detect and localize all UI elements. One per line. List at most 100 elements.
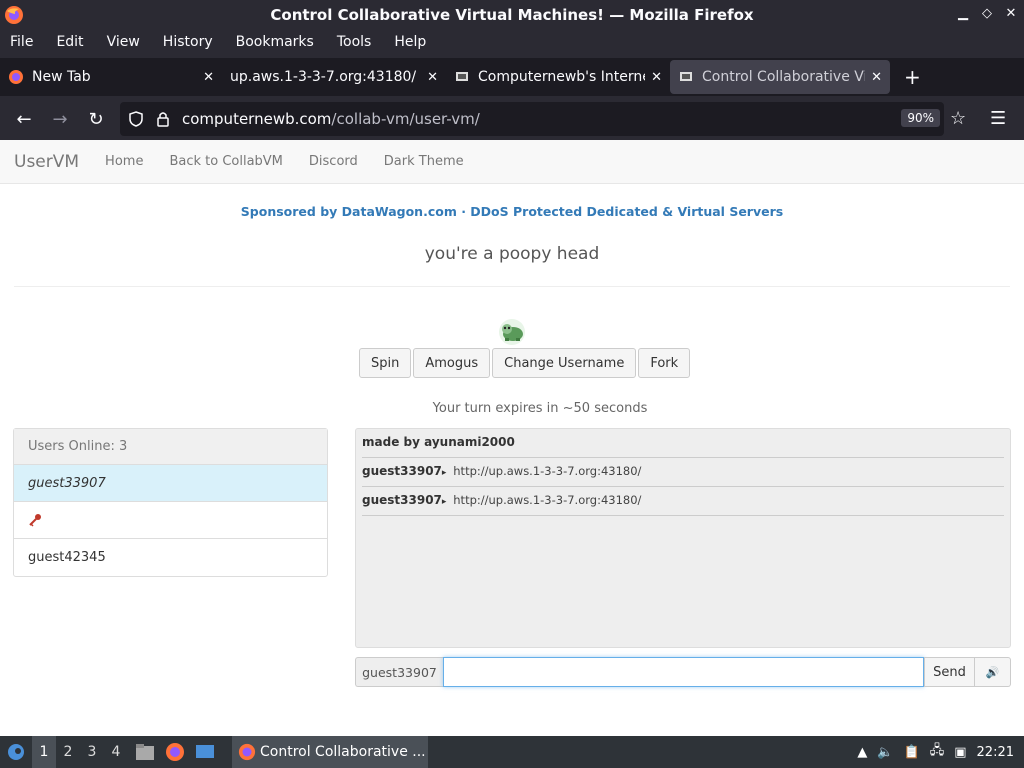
- menu-help[interactable]: Help: [394, 34, 426, 50]
- tab-label: up.aws.1-3-3-7.org:43180/: [230, 69, 417, 85]
- menu-edit[interactable]: Edit: [56, 34, 83, 50]
- send-button[interactable]: Send: [924, 657, 975, 687]
- chat-log[interactable]: made by ayunami2000 guest33907▸ http://u…: [355, 428, 1011, 648]
- chat-input-row: guest33907 Send 🔊: [355, 657, 1011, 687]
- display-icon[interactable]: ▣: [954, 745, 966, 760]
- workspace-2[interactable]: 2: [56, 744, 80, 760]
- taskbar-window-label: Control Collaborative ...: [260, 744, 426, 760]
- network-icon[interactable]: 🖧: [930, 741, 945, 763]
- tab-label: New Tab: [32, 69, 91, 85]
- nav-home-link[interactable]: Home: [105, 154, 143, 169]
- chat-arrow-icon: ▸: [441, 497, 447, 507]
- chat-message: made by ayunami2000: [362, 429, 1004, 458]
- bookmark-star-icon[interactable]: ☆: [950, 108, 966, 129]
- chat-username: guest33907: [362, 464, 442, 478]
- url-path: /collab-vm/user-vm/: [331, 110, 480, 128]
- workspace-1[interactable]: 1: [32, 736, 56, 768]
- site-brand[interactable]: UserVM: [14, 152, 79, 172]
- menu-bookmarks[interactable]: Bookmarks: [236, 34, 314, 50]
- divider: [14, 286, 1010, 287]
- username: guest33907: [28, 475, 106, 491]
- user-list-item[interactable]: guest42345: [14, 539, 327, 576]
- chat-text[interactable]: http://up.aws.1-3-3-7.org:43180/: [453, 464, 641, 478]
- reload-icon[interactable]: ↻: [78, 109, 114, 130]
- close-tab-icon[interactable]: ✕: [871, 70, 882, 85]
- forward-arrow-icon[interactable]: →: [42, 109, 78, 130]
- chat-username: made by ayunami2000: [362, 435, 515, 449]
- taskbar-window-firefox[interactable]: Control Collaborative ...: [232, 736, 428, 768]
- menu-tools[interactable]: Tools: [337, 34, 372, 50]
- chat-message: guest33907▸ http://up.aws.1-3-3-7.org:43…: [362, 487, 1004, 516]
- url-text: computernewb.com/collab-vm/user-vm/: [182, 110, 480, 128]
- zoom-level-badge[interactable]: 90%: [901, 109, 940, 127]
- menu-hamburger-icon[interactable]: ☰: [990, 108, 1006, 129]
- close-tab-icon[interactable]: ✕: [427, 70, 438, 85]
- start-menu-icon[interactable]: [0, 736, 32, 768]
- tab-label: Computernewb's Internet: [478, 69, 646, 85]
- firefox-icon: [5, 6, 23, 24]
- url-host: computernewb.com: [182, 110, 332, 128]
- users-online-header: Users Online: 3: [14, 429, 327, 465]
- chat-username-label: guest33907: [355, 657, 443, 687]
- back-arrow-icon[interactable]: ←: [6, 109, 42, 130]
- tray-up-icon[interactable]: ▲: [857, 745, 867, 760]
- tab-control-collaborative[interactable]: Control Collaborative Virt ✕: [670, 60, 890, 94]
- site-navbar: UserVM Home Back to CollabVM Discord Dar…: [0, 140, 1024, 184]
- menu-file[interactable]: File: [10, 34, 33, 50]
- users-online-panel: Users Online: 3 guest33907 guest42345: [13, 428, 328, 577]
- url-bar[interactable]: computernewb.com/collab-vm/user-vm/ 90%: [120, 102, 944, 136]
- fork-button[interactable]: Fork: [638, 348, 691, 378]
- menu-history[interactable]: History: [163, 34, 213, 50]
- user-list-item[interactable]: [14, 502, 327, 539]
- close-tab-icon[interactable]: ✕: [651, 70, 662, 85]
- clipboard-icon[interactable]: 📋: [904, 745, 920, 760]
- firefox-icon: [238, 743, 256, 761]
- tab-up-aws[interactable]: up.aws.1-3-3-7.org:43180/ ✕: [222, 60, 446, 94]
- clock[interactable]: 22:21: [977, 745, 1014, 760]
- firefox-icon: [9, 70, 23, 84]
- nav-back-to-collabvm-link[interactable]: Back to CollabVM: [169, 154, 282, 169]
- nav-discord-link[interactable]: Discord: [309, 154, 358, 169]
- firefox-icon[interactable]: [162, 739, 188, 765]
- action-buttons: Spin Amogus Change Username Fork: [359, 348, 691, 378]
- volume-icon[interactable]: 🔊: [975, 657, 1011, 687]
- spin-button[interactable]: Spin: [359, 348, 412, 378]
- restore-icon[interactable]: ◇: [980, 6, 994, 21]
- chat-username: guest33907: [362, 493, 442, 507]
- new-tab-plus-icon[interactable]: +: [904, 65, 921, 89]
- minimize-icon[interactable]: ▁: [956, 6, 970, 21]
- key-icon: [29, 514, 41, 527]
- turtle-icon: [499, 319, 525, 345]
- file-manager-icon[interactable]: [132, 739, 158, 765]
- workspace-4[interactable]: 4: [104, 744, 128, 760]
- menu-view[interactable]: View: [107, 34, 140, 50]
- chat-input[interactable]: [443, 657, 924, 687]
- navigation-toolbar: ← → ↻ computernewb.com/collab-vm/user-vm…: [0, 98, 1024, 140]
- sponsor-link[interactable]: Sponsored by DataWagon.com · DDoS Protec…: [0, 204, 1024, 219]
- tab-new-tab[interactable]: New Tab ✕: [0, 60, 222, 94]
- chat-arrow-icon: ▸: [441, 468, 447, 478]
- close-tab-icon[interactable]: ✕: [203, 70, 214, 85]
- turn-timer-text: Your turn expires in ~50 seconds: [432, 401, 648, 416]
- nav-dark-theme-link[interactable]: Dark Theme: [384, 154, 464, 169]
- window-titlebar: Control Collaborative Virtual Machines! …: [0, 0, 1024, 30]
- chat-text[interactable]: http://up.aws.1-3-3-7.org:43180/: [453, 493, 641, 507]
- amogus-button[interactable]: Amogus: [413, 348, 491, 378]
- tab-computernewb-internet[interactable]: Computernewb's Internet ✕: [446, 60, 670, 94]
- computernewb-icon: [680, 72, 692, 81]
- computernewb-icon: [456, 72, 468, 81]
- change-username-button[interactable]: Change Username: [492, 348, 637, 378]
- page-content: UserVM Home Back to CollabVM Discord Dar…: [0, 140, 1024, 736]
- workspace-3[interactable]: 3: [80, 744, 104, 760]
- window-title: Control Collaborative Virtual Machines! …: [270, 6, 754, 24]
- speaker-icon[interactable]: 🔈: [877, 745, 893, 760]
- shield-icon[interactable]: [128, 111, 144, 127]
- tab-label: Control Collaborative Virt: [702, 69, 866, 85]
- message-of-the-day: you're a poopy head: [424, 244, 600, 264]
- desktop-icon[interactable]: [192, 739, 218, 765]
- system-taskbar: 1 2 3 4 Control Collaborative ... ▲ 🔈 📋 …: [0, 736, 1024, 768]
- close-icon[interactable]: ✕: [1004, 6, 1018, 21]
- user-list-item[interactable]: guest33907: [14, 465, 327, 502]
- menu-bar: File Edit View History Bookmarks Tools H…: [0, 30, 1024, 54]
- lock-icon[interactable]: [156, 111, 170, 127]
